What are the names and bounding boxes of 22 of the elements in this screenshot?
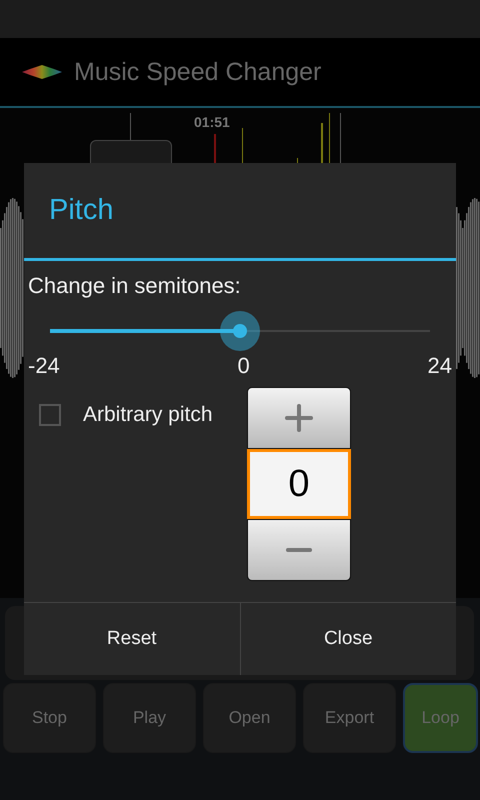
scale-label: -24 — [28, 353, 60, 379]
slider-thumb[interactable] — [220, 311, 260, 351]
playback-time: 01:51 — [194, 114, 230, 130]
scale-label: 24 — [428, 353, 452, 379]
increment-button[interactable] — [247, 387, 351, 449]
dialog-title: Pitch — [49, 194, 114, 227]
toolbar-button[interactable]: Loop — [403, 683, 478, 753]
minus-icon — [285, 547, 313, 553]
semitones-label: Change in semitones: — [28, 273, 242, 299]
pitch-slider[interactable] — [50, 311, 430, 351]
plus-icon — [285, 404, 313, 432]
decrement-button[interactable] — [247, 519, 351, 581]
value-field[interactable]: 0 — [247, 449, 351, 519]
toolbar-button[interactable]: Open — [203, 683, 296, 753]
app-title: Music Speed Changer — [74, 58, 322, 86]
toolbar-button[interactable]: Play — [103, 683, 196, 753]
checkbox[interactable] — [39, 404, 61, 426]
scale-label: 0 — [238, 353, 250, 379]
checkbox-label: Arbitrary pitch — [83, 403, 213, 427]
toolbar-button[interactable]: Stop — [3, 683, 96, 753]
toolbar-button[interactable]: Export — [303, 683, 396, 753]
app-logo-icon — [22, 65, 62, 79]
